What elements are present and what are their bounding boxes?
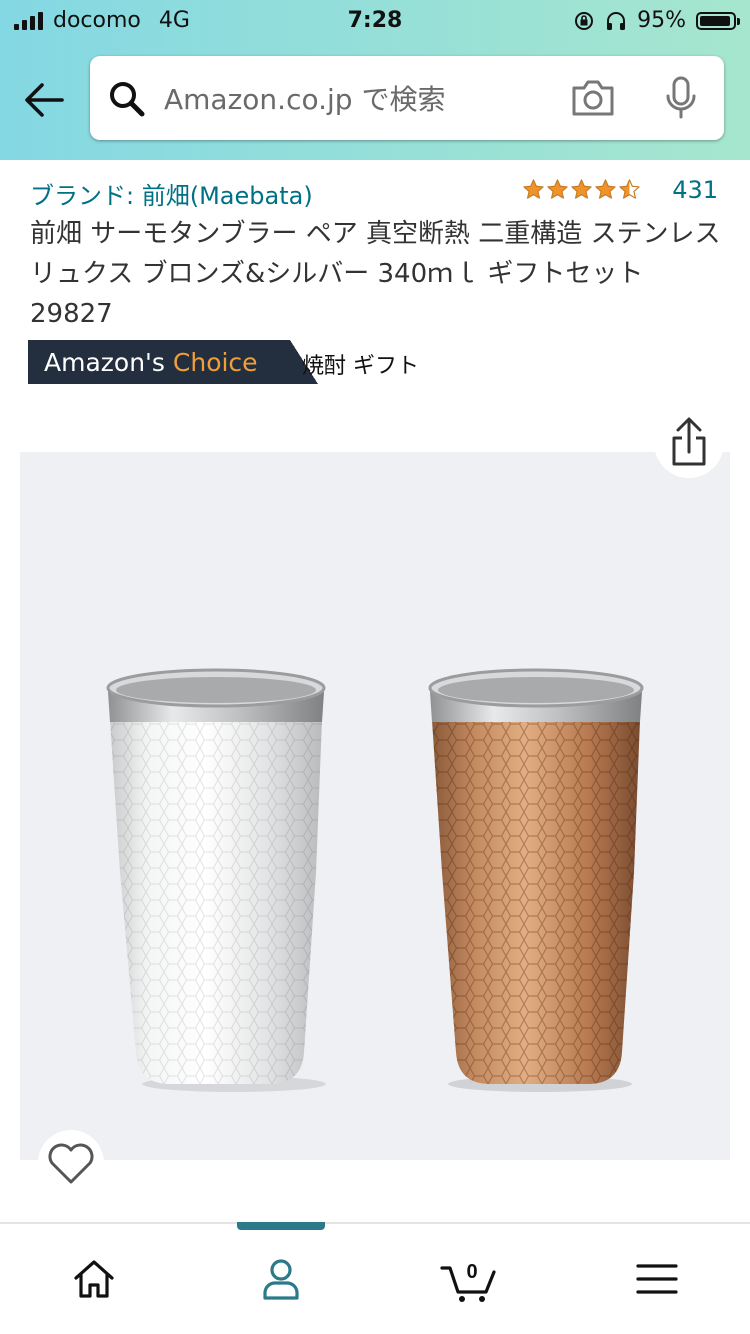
microphone-icon[interactable] — [664, 76, 698, 120]
account-icon[interactable] — [256, 1254, 306, 1304]
active-tab-indicator — [237, 1222, 325, 1230]
cart-count: 0 — [466, 1261, 477, 1283]
badge-text: Amazon's Choice — [44, 348, 258, 377]
product-image[interactable] — [20, 452, 730, 1160]
star-icon — [619, 179, 640, 199]
search-bar[interactable]: Amazon.co.jp で検索 — [90, 56, 724, 140]
wishlist-button[interactable] — [38, 1130, 104, 1196]
battery-level — [700, 15, 731, 26]
badge-prefix: Amazon's — [44, 348, 165, 377]
star-icon — [523, 179, 544, 199]
battery-percent: 95% — [637, 8, 686, 33]
share-icon — [672, 417, 706, 466]
tumbler-illustration — [106, 668, 644, 1092]
review-count[interactable]: 431 — [672, 176, 718, 204]
heart-icon — [48, 1143, 94, 1184]
search-icon — [110, 82, 145, 117]
star-icon — [571, 179, 592, 199]
headphones-icon — [607, 11, 626, 30]
rating-stars[interactable] — [522, 178, 641, 201]
home-icon[interactable] — [69, 1254, 119, 1304]
brand-link[interactable]: ブランド: 前畑(Maebata) — [30, 176, 313, 211]
rotation-lock-icon — [575, 11, 594, 30]
menu-icon[interactable] — [632, 1254, 682, 1304]
back-arrow-icon[interactable] — [22, 80, 66, 120]
search-placeholder[interactable]: Amazon.co.jp で検索 — [164, 78, 445, 118]
badge-keyword[interactable]: 焼酎 ギフト — [302, 348, 419, 380]
status-bar: docomo 4G 7:28 95% — [0, 0, 750, 42]
badge-suffix: Choice — [172, 348, 258, 377]
cart-icon[interactable]: 0 — [440, 1254, 500, 1304]
star-icon — [547, 179, 568, 199]
status-right: 95% — [573, 8, 740, 33]
battery-icon — [696, 11, 740, 30]
share-button[interactable] — [654, 408, 724, 478]
product-title: 前畑 サーモタンブラー ペア 真空断熱 二重構造 ステンレス リュクス ブロンズ… — [30, 219, 721, 329]
camera-icon[interactable] — [570, 78, 616, 118]
star-icon — [595, 179, 616, 199]
